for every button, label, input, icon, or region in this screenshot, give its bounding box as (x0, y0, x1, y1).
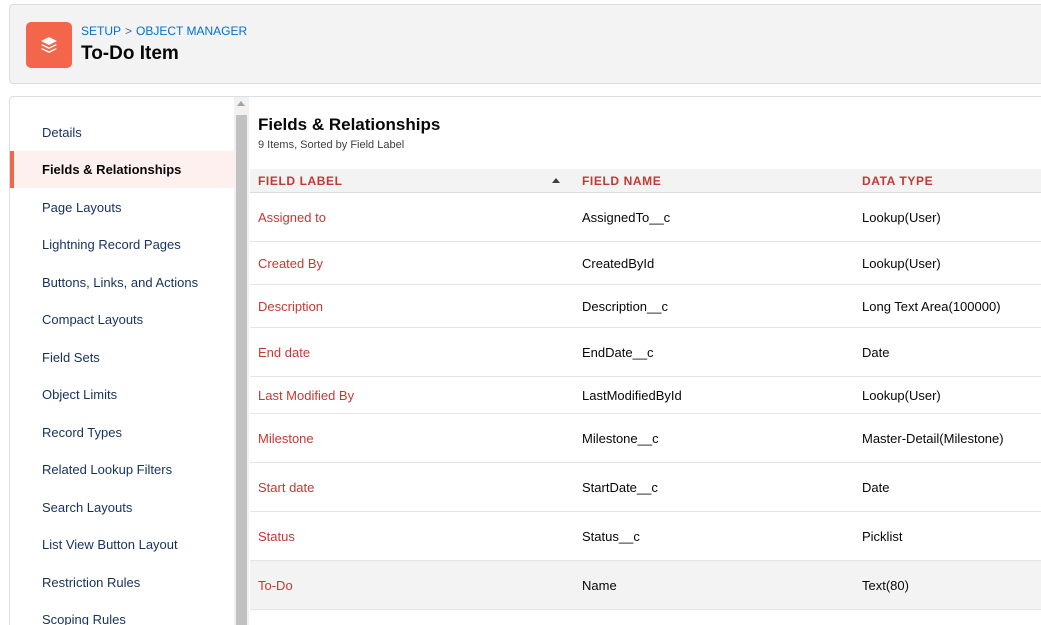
field-name: CreatedById (582, 255, 655, 271)
content-title: Fields & Relationships (258, 115, 441, 134)
sidebar-item-related-lookup-filters[interactable]: Related Lookup Filters (10, 451, 234, 488)
field-name: Name (582, 577, 617, 593)
data-type: Date (862, 479, 890, 495)
sidebar-item-search-layouts[interactable]: Search Layouts (10, 489, 234, 526)
field-label-link[interactable]: Assigned to (258, 193, 326, 241)
field-label-link[interactable]: Description (258, 285, 323, 327)
arrow-up-icon[interactable] (552, 178, 560, 183)
table-row: Created By CreatedById Lookup(User) (250, 242, 1041, 285)
object-detail-panel: Details Fields & Relationships Page Layo… (9, 96, 1041, 625)
sidebar-item-record-types[interactable]: Record Types (10, 414, 234, 451)
field-label-link[interactable]: To-Do (258, 561, 293, 609)
table-row: Milestone Milestone__c Master-Detail(Mil… (250, 414, 1041, 463)
field-label-link[interactable]: Status (258, 512, 295, 560)
breadcrumb-object-manager-link[interactable]: OBJECT MANAGER (136, 24, 247, 38)
field-label-link[interactable]: End date (258, 328, 310, 376)
table-row: Start date StartDate__c Date (250, 463, 1041, 512)
fields-content: Fields & Relationships 9 Items, Sorted b… (250, 97, 1041, 625)
sidebar-item-lightning-record-pages[interactable]: Lightning Record Pages (10, 226, 234, 263)
field-label-link[interactable]: Start date (258, 463, 314, 511)
sidebar-item-restriction-rules[interactable]: Restriction Rules (10, 564, 234, 601)
table-row: Description Description__c Long Text Are… (250, 285, 1041, 328)
column-header-data-type[interactable]: DATA TYPE (862, 169, 933, 193)
field-name: EndDate__c (582, 344, 654, 360)
table-row: Status Status__c Picklist (250, 512, 1041, 561)
field-label-link[interactable]: Last Modified By (258, 377, 354, 413)
content-subtitle: 9 Items, Sorted by Field Label (258, 139, 405, 151)
table-row: End date EndDate__c Date (250, 328, 1041, 377)
object-header: SETUP > OBJECT MANAGER To-Do Item (9, 4, 1041, 84)
field-name: Milestone__c (582, 430, 659, 446)
column-header-field-label[interactable]: FIELD LABEL (258, 169, 343, 193)
field-label-link[interactable]: Milestone (258, 414, 314, 462)
data-type: Date (862, 344, 890, 360)
page-title: To-Do Item (81, 43, 179, 64)
sidebar-item-details[interactable]: Details (10, 114, 234, 151)
field-name: AssignedTo__c (582, 209, 671, 225)
table-row: Assigned to AssignedTo__c Lookup(User) (250, 193, 1041, 242)
scroll-up-arrow-icon[interactable] (237, 101, 245, 106)
sidebar-item-page-layouts[interactable]: Page Layouts (10, 189, 234, 226)
data-type: Text(80) (862, 577, 909, 593)
sidebar-item-object-limits[interactable]: Object Limits (10, 376, 234, 413)
data-type: Master-Detail(Milestone) (862, 430, 1004, 446)
field-name: Description__c (582, 298, 668, 314)
stacked-layers-icon (26, 22, 72, 68)
sidebar-item-buttons-links-actions[interactable]: Buttons, Links, and Actions (10, 264, 234, 301)
sidebar-item-fields-relationships[interactable]: Fields & Relationships (10, 151, 234, 188)
sidebar-item-field-sets[interactable]: Field Sets (10, 339, 234, 376)
field-name: Status__c (582, 528, 640, 544)
table-header: FIELD LABEL FIELD NAME DATA TYPE (250, 169, 1041, 193)
table-row: To-Do Name Text(80) (250, 561, 1041, 610)
sidebar-item-list-view-button-layout[interactable]: List View Button Layout (10, 526, 234, 563)
sidebar-item-compact-layouts[interactable]: Compact Layouts (10, 301, 234, 338)
data-type: Lookup(User) (862, 255, 941, 271)
sidebar-nav: Details Fields & Relationships Page Layo… (10, 97, 234, 625)
field-name: StartDate__c (582, 479, 658, 495)
data-type: Long Text Area(100000) (862, 298, 1001, 314)
scrollbar-thumb[interactable] (236, 115, 247, 625)
column-header-field-name[interactable]: FIELD NAME (582, 169, 661, 193)
sidebar-scrollbar[interactable] (234, 97, 249, 625)
data-type: Picklist (862, 528, 903, 544)
data-type: Lookup(User) (862, 209, 941, 225)
field-name: LastModifiedById (582, 387, 682, 403)
breadcrumb: SETUP > OBJECT MANAGER (81, 24, 247, 38)
breadcrumb-setup-link[interactable]: SETUP (81, 24, 121, 38)
sidebar-item-scoping-rules[interactable]: Scoping Rules (10, 601, 234, 625)
field-label-link[interactable]: Created By (258, 242, 323, 284)
data-type: Lookup(User) (862, 387, 941, 403)
breadcrumb-separator: > (125, 24, 133, 38)
fields-table: FIELD LABEL FIELD NAME DATA TYPE Assigne… (250, 169, 1041, 610)
table-row: Last Modified By LastModifiedById Lookup… (250, 377, 1041, 414)
